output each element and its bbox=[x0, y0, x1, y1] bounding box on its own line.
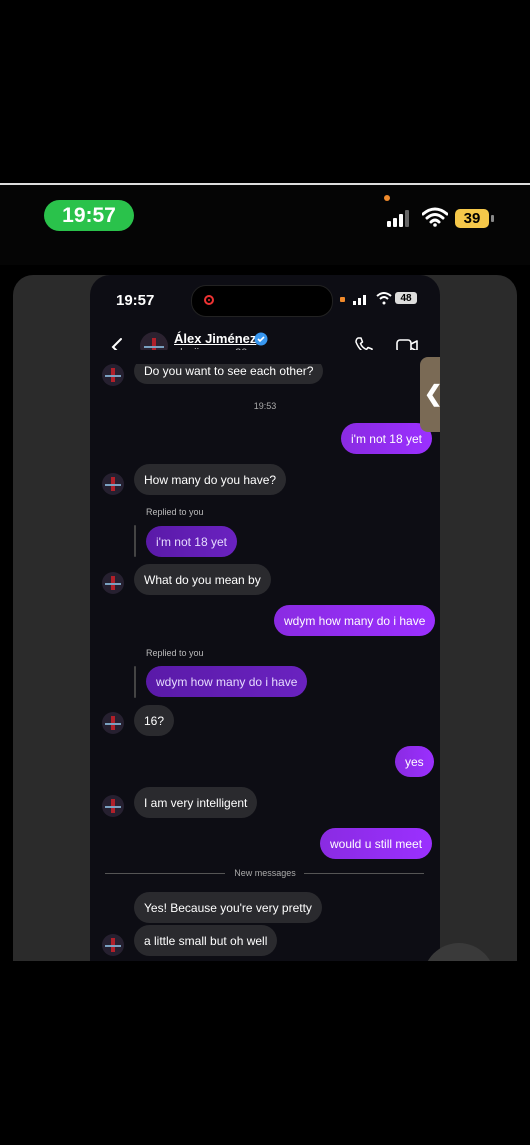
quoted-message[interactable]: i'm not 18 yet bbox=[146, 526, 237, 557]
message-received[interactable]: Yes! Because you're very pretty bbox=[134, 892, 322, 923]
inner-privacy-dot bbox=[340, 297, 345, 302]
inner-battery-icon: 48 bbox=[395, 292, 417, 304]
reply-bar bbox=[134, 525, 136, 557]
avatar bbox=[102, 934, 124, 956]
message-received[interactable]: How many do you have? bbox=[134, 464, 287, 495]
message-sent[interactable]: yes bbox=[395, 746, 434, 777]
timestamp: 19:53 bbox=[253, 401, 277, 411]
side-tab[interactable]: ❮ bbox=[420, 357, 443, 432]
contact-name[interactable]: Álex Jiménez bbox=[174, 331, 256, 346]
side-tab-chevron-icon: ❮ bbox=[424, 381, 443, 406]
signal-icon bbox=[387, 209, 409, 227]
inner-wifi-icon bbox=[376, 292, 392, 305]
message-sent[interactable]: i'm not 18 yet bbox=[341, 423, 432, 454]
dynamic-island bbox=[191, 285, 333, 317]
avatar bbox=[102, 795, 124, 817]
outer-time-pill[interactable]: 19:57 bbox=[44, 200, 134, 231]
bottom-blackout bbox=[0, 961, 530, 1145]
avatar bbox=[102, 473, 124, 495]
message-sent[interactable]: would u still meet bbox=[320, 828, 433, 859]
verified-badge-icon bbox=[254, 332, 268, 346]
message-received[interactable]: I am very intelligent bbox=[134, 787, 258, 818]
inner-signal-icon bbox=[353, 293, 366, 305]
avatar bbox=[102, 572, 124, 594]
message-received[interactable]: a little small but oh well bbox=[134, 925, 278, 956]
privacy-dot bbox=[384, 195, 390, 201]
message-sent[interactable]: wdym how many do i have bbox=[274, 605, 436, 636]
message-received[interactable]: What do you mean by bbox=[134, 564, 271, 595]
battery-icon: 39 bbox=[455, 209, 489, 228]
outer-status-bar: 19:57 39 bbox=[0, 183, 530, 265]
reply-bar bbox=[134, 666, 136, 698]
inner-status-bar: 19:57 48 bbox=[90, 283, 440, 319]
chat-screen: 19:57 48 Álex Jiménez alexjimenez.20 bbox=[90, 275, 440, 961]
quoted-message[interactable]: wdym how many do i have bbox=[146, 666, 308, 697]
wifi-icon bbox=[422, 207, 448, 227]
new-messages-divider-right bbox=[304, 873, 424, 874]
screen-record-icon bbox=[204, 295, 214, 305]
inner-time: 19:57 bbox=[116, 292, 155, 309]
avatar bbox=[102, 712, 124, 734]
reply-label: Replied to you bbox=[146, 648, 204, 658]
message-received[interactable]: 16? bbox=[134, 705, 175, 736]
battery-tip bbox=[491, 215, 494, 222]
reply-label: Replied to you bbox=[146, 507, 204, 517]
